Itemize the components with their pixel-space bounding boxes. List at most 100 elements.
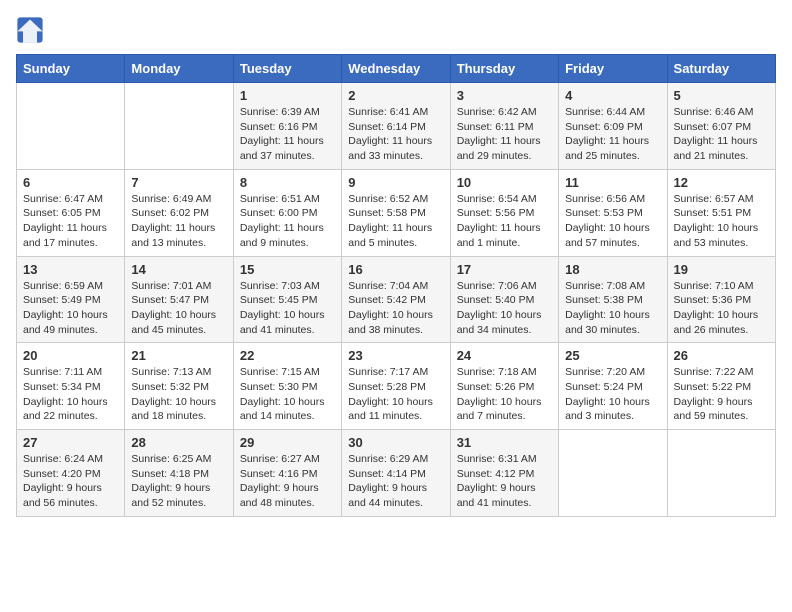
day-info: Sunrise: 6:47 AMSunset: 6:05 PMDaylight:… xyxy=(23,192,118,251)
day-info: Sunrise: 6:44 AMSunset: 6:09 PMDaylight:… xyxy=(565,105,660,164)
day-number: 6 xyxy=(23,175,118,190)
day-info: Sunrise: 7:13 AMSunset: 5:32 PMDaylight:… xyxy=(131,365,226,424)
day-number: 19 xyxy=(674,262,769,277)
day-cell: 30 Sunrise: 6:29 AMSunset: 4:14 PMDayligh… xyxy=(342,430,450,517)
day-info: Sunrise: 7:17 AMSunset: 5:28 PMDaylight:… xyxy=(348,365,443,424)
day-number: 10 xyxy=(457,175,552,190)
day-cell: 29 Sunrise: 6:27 AMSunset: 4:16 PMDayligh… xyxy=(233,430,341,517)
day-number: 27 xyxy=(23,435,118,450)
day-number: 13 xyxy=(23,262,118,277)
day-cell: 13 Sunrise: 6:59 AMSunset: 5:49 PMDayligh… xyxy=(17,256,125,343)
day-number: 28 xyxy=(131,435,226,450)
day-cell: 19 Sunrise: 7:10 AMSunset: 5:36 PMDayligh… xyxy=(667,256,775,343)
day-info: Sunrise: 7:08 AMSunset: 5:38 PMDaylight:… xyxy=(565,279,660,338)
day-cell: 15 Sunrise: 7:03 AMSunset: 5:45 PMDayligh… xyxy=(233,256,341,343)
day-info: Sunrise: 6:52 AMSunset: 5:58 PMDaylight:… xyxy=(348,192,443,251)
day-info: Sunrise: 7:20 AMSunset: 5:24 PMDaylight:… xyxy=(565,365,660,424)
week-row-2: 6 Sunrise: 6:47 AMSunset: 6:05 PMDaylight… xyxy=(17,169,776,256)
col-header-thursday: Thursday xyxy=(450,55,558,83)
day-info: Sunrise: 6:42 AMSunset: 6:11 PMDaylight:… xyxy=(457,105,552,164)
day-cell: 21 Sunrise: 7:13 AMSunset: 5:32 PMDayligh… xyxy=(125,343,233,430)
day-info: Sunrise: 7:04 AMSunset: 5:42 PMDaylight:… xyxy=(348,279,443,338)
day-number: 23 xyxy=(348,348,443,363)
calendar-table: SundayMondayTuesdayWednesdayThursdayFrid… xyxy=(16,54,776,517)
day-info: Sunrise: 6:59 AMSunset: 5:49 PMDaylight:… xyxy=(23,279,118,338)
day-number: 3 xyxy=(457,88,552,103)
day-cell: 31 Sunrise: 6:31 AMSunset: 4:12 PMDayligh… xyxy=(450,430,558,517)
day-cell: 18 Sunrise: 7:08 AMSunset: 5:38 PMDayligh… xyxy=(559,256,667,343)
day-cell: 14Sunrise: 7:01 AMSunset: 5:47 PMDayligh… xyxy=(125,256,233,343)
day-cell: 20Sunrise: 7:11 AMSunset: 5:34 PMDayligh… xyxy=(17,343,125,430)
day-info: Sunrise: 6:31 AMSunset: 4:12 PMDaylight:… xyxy=(457,452,552,511)
week-row-3: 13 Sunrise: 6:59 AMSunset: 5:49 PMDayligh… xyxy=(17,256,776,343)
day-info: Sunrise: 6:51 AMSunset: 6:00 PMDaylight:… xyxy=(240,192,335,251)
day-cell: 12 Sunrise: 6:57 AMSunset: 5:51 PMDayligh… xyxy=(667,169,775,256)
col-header-monday: Monday xyxy=(125,55,233,83)
day-number: 29 xyxy=(240,435,335,450)
day-number: 15 xyxy=(240,262,335,277)
day-cell xyxy=(17,83,125,170)
day-cell: 3 Sunrise: 6:42 AMSunset: 6:11 PMDaylight… xyxy=(450,83,558,170)
day-number: 17 xyxy=(457,262,552,277)
day-cell: 8 Sunrise: 6:51 AMSunset: 6:00 PMDaylight… xyxy=(233,169,341,256)
day-info: Sunrise: 6:29 AMSunset: 4:14 PMDaylight:… xyxy=(348,452,443,511)
day-info: Sunrise: 6:27 AMSunset: 4:16 PMDaylight:… xyxy=(240,452,335,511)
day-number: 26 xyxy=(674,348,769,363)
day-cell: 5Sunrise: 6:46 AMSunset: 6:07 PMDaylight… xyxy=(667,83,775,170)
day-number: 5 xyxy=(674,88,769,103)
week-row-5: 27 Sunrise: 6:24 AMSunset: 4:20 PMDayligh… xyxy=(17,430,776,517)
day-cell: 23 Sunrise: 7:17 AMSunset: 5:28 PMDayligh… xyxy=(342,343,450,430)
day-info: Sunrise: 7:18 AMSunset: 5:26 PMDaylight:… xyxy=(457,365,552,424)
day-cell: 26 Sunrise: 7:22 AMSunset: 5:22 PMDayligh… xyxy=(667,343,775,430)
week-row-1: 1 Sunrise: 6:39 AMSunset: 6:16 PMDaylight… xyxy=(17,83,776,170)
calendar-body: 1 Sunrise: 6:39 AMSunset: 6:16 PMDaylight… xyxy=(17,83,776,517)
day-info: Sunrise: 6:39 AMSunset: 6:16 PMDaylight:… xyxy=(240,105,335,164)
day-info: Sunrise: 6:49 AMSunset: 6:02 PMDaylight:… xyxy=(131,192,226,251)
col-header-friday: Friday xyxy=(559,55,667,83)
day-number: 11 xyxy=(565,175,660,190)
day-number: 22 xyxy=(240,348,335,363)
day-number: 12 xyxy=(674,175,769,190)
day-cell: 17 Sunrise: 7:06 AMSunset: 5:40 PMDayligh… xyxy=(450,256,558,343)
day-number: 1 xyxy=(240,88,335,103)
day-cell: 24 Sunrise: 7:18 AMSunset: 5:26 PMDayligh… xyxy=(450,343,558,430)
day-cell: 16 Sunrise: 7:04 AMSunset: 5:42 PMDayligh… xyxy=(342,256,450,343)
day-info: Sunrise: 7:03 AMSunset: 5:45 PMDaylight:… xyxy=(240,279,335,338)
day-number: 24 xyxy=(457,348,552,363)
day-number: 2 xyxy=(348,88,443,103)
day-info: Sunrise: 6:24 AMSunset: 4:20 PMDaylight:… xyxy=(23,452,118,511)
day-number: 30 xyxy=(348,435,443,450)
day-info: Sunrise: 6:56 AMSunset: 5:53 PMDaylight:… xyxy=(565,192,660,251)
day-info: Sunrise: 7:01 AMSunset: 5:47 PMDaylight:… xyxy=(131,279,226,338)
day-info: Sunrise: 6:54 AMSunset: 5:56 PMDaylight:… xyxy=(457,192,552,251)
day-cell: 6 Sunrise: 6:47 AMSunset: 6:05 PMDaylight… xyxy=(17,169,125,256)
day-cell: 28 Sunrise: 6:25 AMSunset: 4:18 PMDayligh… xyxy=(125,430,233,517)
calendar-header: SundayMondayTuesdayWednesdayThursdayFrid… xyxy=(17,55,776,83)
day-number: 18 xyxy=(565,262,660,277)
week-row-4: 20Sunrise: 7:11 AMSunset: 5:34 PMDayligh… xyxy=(17,343,776,430)
day-number: 8 xyxy=(240,175,335,190)
day-cell xyxy=(667,430,775,517)
day-info: Sunrise: 7:06 AMSunset: 5:40 PMDaylight:… xyxy=(457,279,552,338)
day-number: 21 xyxy=(131,348,226,363)
col-header-tuesday: Tuesday xyxy=(233,55,341,83)
day-cell: 9Sunrise: 6:52 AMSunset: 5:58 PMDaylight… xyxy=(342,169,450,256)
day-info: Sunrise: 6:57 AMSunset: 5:51 PMDaylight:… xyxy=(674,192,769,251)
day-info: Sunrise: 7:15 AMSunset: 5:30 PMDaylight:… xyxy=(240,365,335,424)
day-cell: 25 Sunrise: 7:20 AMSunset: 5:24 PMDayligh… xyxy=(559,343,667,430)
day-number: 25 xyxy=(565,348,660,363)
day-cell: 11 Sunrise: 6:56 AMSunset: 5:53 PMDayligh… xyxy=(559,169,667,256)
day-cell: 22 Sunrise: 7:15 AMSunset: 5:30 PMDayligh… xyxy=(233,343,341,430)
day-cell xyxy=(125,83,233,170)
col-header-saturday: Saturday xyxy=(667,55,775,83)
day-number: 7 xyxy=(131,175,226,190)
day-number: 16 xyxy=(348,262,443,277)
day-cell: 10 Sunrise: 6:54 AMSunset: 5:56 PMDayligh… xyxy=(450,169,558,256)
day-info: Sunrise: 6:25 AMSunset: 4:18 PMDaylight:… xyxy=(131,452,226,511)
day-number: 31 xyxy=(457,435,552,450)
day-cell: 2 Sunrise: 6:41 AMSunset: 6:14 PMDaylight… xyxy=(342,83,450,170)
logo-icon xyxy=(16,16,44,44)
day-info: Sunrise: 6:41 AMSunset: 6:14 PMDaylight:… xyxy=(348,105,443,164)
day-info: Sunrise: 7:10 AMSunset: 5:36 PMDaylight:… xyxy=(674,279,769,338)
day-info: Sunrise: 7:22 AMSunset: 5:22 PMDaylight:… xyxy=(674,365,769,424)
